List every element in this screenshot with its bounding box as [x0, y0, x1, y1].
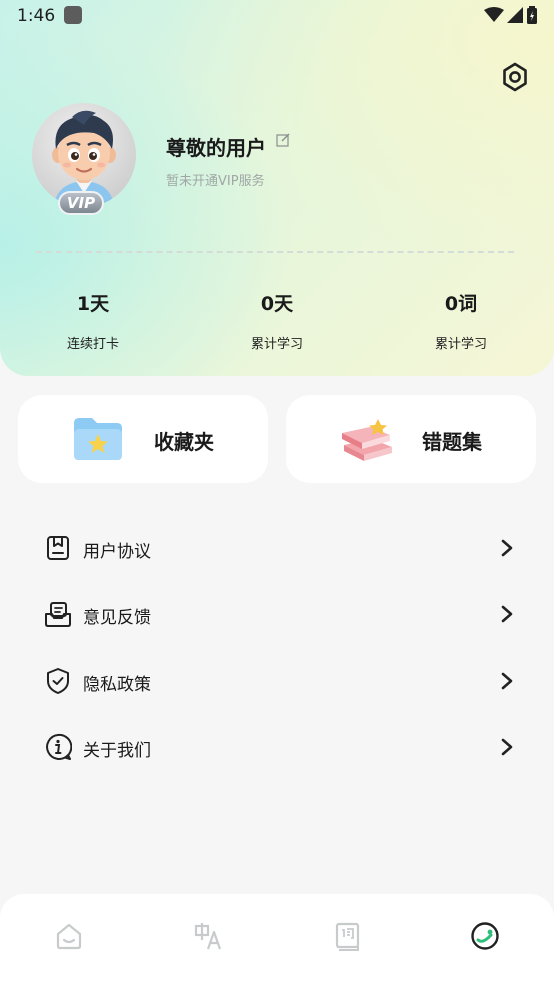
home-icon: [56, 923, 82, 950]
translate-icon: [194, 923, 222, 950]
chevron-right-icon: [501, 605, 513, 623]
stat-study-words: 0词 累计学习: [401, 289, 521, 352]
stat-study-days: 0天 累计学习: [217, 289, 337, 352]
user-name[interactable]: 尊敬的用户: [166, 132, 266, 161]
menu-item-user-agreement[interactable]: 用户协议: [0, 520, 554, 576]
vip-badge: VIP: [58, 191, 104, 215]
star-folder-icon: [74, 418, 122, 460]
gear-icon: [503, 62, 527, 92]
shield-check-icon: [47, 668, 69, 694]
wrong-questions-card[interactable]: 错题集: [286, 395, 536, 483]
stat-label: 累计学习: [250, 337, 303, 352]
profile-icon: [471, 922, 499, 950]
nav-home[interactable]: [51, 918, 87, 954]
chevron-right-icon: [501, 672, 513, 690]
nav-translate[interactable]: [190, 918, 226, 954]
divider: [36, 251, 514, 253]
dictionary-icon: [335, 922, 360, 951]
status-icons: [484, 6, 538, 24]
stat-value: 0天: [260, 293, 294, 315]
avatar-container[interactable]: VIP: [32, 103, 136, 215]
menu-label: 意见反馈: [83, 608, 151, 628]
info-icon: [46, 733, 72, 760]
stat-value: 1天: [76, 293, 110, 315]
nav-profile[interactable]: [467, 918, 503, 954]
signal-icon: [507, 7, 523, 23]
menu-item-feedback[interactable]: 意见反馈: [0, 586, 554, 642]
menu-label: 用户协议: [83, 542, 151, 562]
chevron-right-icon: [501, 539, 513, 557]
profile-screen: 1:46 VIP 尊敬的用户 暂未开通VIP服务 1天 连续打卡 0天 累计学习…: [0, 0, 554, 984]
stat-label: 连续打卡: [66, 337, 119, 352]
bottom-navigation: [0, 894, 554, 984]
menu-label: 隐私政策: [83, 675, 151, 695]
nav-dictionary[interactable]: [329, 918, 365, 954]
favorites-label: 收藏夹: [154, 430, 214, 454]
status-time: 1:46: [17, 6, 56, 26]
wrong-questions-label: 错题集: [422, 430, 482, 454]
menu-item-privacy-policy[interactable]: 隐私政策: [0, 653, 554, 709]
settings-button[interactable]: [496, 58, 534, 96]
battery-icon: [527, 6, 537, 24]
favorites-card[interactable]: 收藏夹: [18, 395, 268, 483]
wifi-icon: [484, 7, 504, 22]
menu-label: 关于我们: [83, 741, 151, 761]
document-icon: [47, 536, 69, 560]
feedback-inbox-icon: [45, 602, 71, 627]
stat-checkin: 1天 连续打卡: [33, 289, 153, 352]
edit-icon[interactable]: [276, 133, 290, 147]
notification-icon: [64, 6, 82, 24]
menu-item-about-us[interactable]: 关于我们: [0, 719, 554, 775]
chevron-right-icon: [501, 738, 513, 756]
vip-status-text[interactable]: 暂未开通VIP服务: [166, 170, 265, 189]
stat-value: 0词: [444, 293, 478, 315]
books-stack-icon: [342, 419, 392, 461]
status-bar: 1:46: [0, 0, 554, 32]
stat-label: 累计学习: [434, 337, 487, 352]
